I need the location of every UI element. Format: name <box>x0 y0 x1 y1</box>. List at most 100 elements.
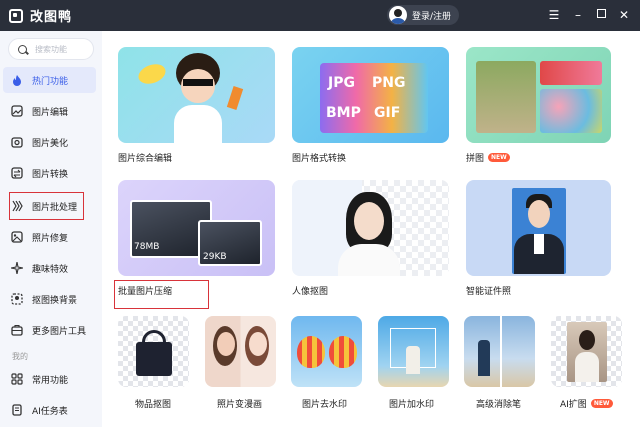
image-edit-icon <box>11 105 23 117</box>
sidebar-item-label: 趣味特效 <box>32 264 69 275</box>
card-eraser[interactable] <box>464 316 535 387</box>
cartoon-face-shape <box>249 332 267 356</box>
highlight-box-batch <box>9 192 84 220</box>
collage-photo-child <box>476 61 536 133</box>
card-label-collage: 拼图 NEW <box>466 151 510 164</box>
card-collage[interactable] <box>466 47 611 143</box>
card-remove-watermark[interactable] <box>291 316 362 387</box>
card-label: 人像抠图 <box>292 287 329 297</box>
sidebar-item-favorites[interactable]: 常用功能 <box>3 366 96 392</box>
divider-line <box>500 316 502 387</box>
card-portrait-cutout[interactable] <box>292 180 449 276</box>
card-cartoon[interactable] <box>205 316 276 387</box>
card-batch-compress[interactable]: 78MB 29KB <box>118 180 275 276</box>
toolbox-icon <box>11 324 23 336</box>
sidebar-item-label: 图片编辑 <box>32 107 69 118</box>
card-image-edit[interactable] <box>118 47 275 143</box>
sidebar-item-edit[interactable]: 图片编辑 <box>3 98 96 124</box>
sidebar-item-label: 图片转换 <box>32 169 69 180</box>
card-label: 照片变漫画 <box>217 400 263 410</box>
sidebar-item-hot[interactable]: 热门功能 <box>3 67 96 93</box>
sidebar-item-label: 更多图片工具 <box>32 326 87 337</box>
title-bar: 改图鸭 登录/注册 ☰ – ✕ <box>0 0 640 31</box>
sidebar-item-repair[interactable]: 照片修复 <box>3 224 96 250</box>
lighthouse-shape <box>406 346 420 374</box>
card-label: 智能证件照 <box>466 287 512 297</box>
sunglasses-icon <box>183 79 213 86</box>
sidebar-item-label: 常用功能 <box>32 375 69 386</box>
sidebar-item-ai-tasks[interactable]: AI任务表 <box>3 397 96 423</box>
face-shape <box>354 202 384 240</box>
login-label: 登录/注册 <box>412 11 452 22</box>
card-label: 高级消除笔 <box>476 400 522 410</box>
maximize-icon[interactable] <box>595 8 607 20</box>
card-label-ai-expand: AI扩图 NEW <box>560 397 613 410</box>
card-ai-expand[interactable] <box>551 316 622 387</box>
grid-icon <box>11 373 23 385</box>
new-badge: NEW <box>590 399 613 408</box>
sidebar-item-label: 照片修复 <box>32 233 69 244</box>
card-label: 图片格式转换 <box>292 154 347 164</box>
face-shape <box>217 332 235 356</box>
shirt-shape <box>338 244 400 276</box>
login-button[interactable]: 登录/注册 <box>387 5 459 25</box>
close-icon[interactable]: ✕ <box>618 9 630 21</box>
sparkle-icon <box>10 261 24 275</box>
sidebar-item-label: 抠图换背景 <box>32 295 78 306</box>
balloon-left <box>297 336 325 368</box>
format-png: PNG <box>372 75 406 91</box>
search-placeholder: 搜索功能 <box>35 44 67 54</box>
card-id-photo[interactable] <box>466 180 611 276</box>
sidebar: 搜索功能 热门功能 图片编辑 图片美化 图片转换 图片批处理 照片修复 趣味特效… <box>0 31 102 427</box>
size-before: 78MB <box>134 242 160 252</box>
minimize-icon[interactable]: – <box>572 9 584 21</box>
search-input[interactable]: 搜索功能 <box>8 38 94 60</box>
format-jpg: JPG <box>328 75 355 91</box>
shirt-collar <box>534 234 544 254</box>
shirt-shape <box>575 352 599 382</box>
collage-photo-balls <box>540 89 602 133</box>
menu-icon[interactable]: ☰ <box>548 9 560 21</box>
collage-photo-flowers <box>540 61 602 85</box>
sidebar-item-beautify[interactable]: 图片美化 <box>3 129 96 155</box>
card-format-convert[interactable]: JPG PNG BMP GIF <box>292 47 449 143</box>
ai-task-icon <box>11 404 23 416</box>
sidebar-item-convert[interactable]: 图片转换 <box>3 160 96 186</box>
sidebar-item-label: AI任务表 <box>32 406 68 417</box>
card-add-watermark[interactable] <box>378 316 449 387</box>
format-bmp: BMP <box>326 105 361 121</box>
decoration-star <box>135 60 169 88</box>
sidebar-item-label: 图片美化 <box>32 138 69 149</box>
card-label: 图片去水印 <box>302 400 348 410</box>
flame-icon <box>11 74 23 86</box>
section-label-mine: 我的 <box>12 352 28 361</box>
format-gif: GIF <box>374 105 401 121</box>
paintbrush-icon <box>226 85 244 111</box>
sidebar-item-label: 热门功能 <box>32 76 69 87</box>
hair-shape <box>579 330 595 350</box>
image-beautify-icon <box>11 136 23 148</box>
card-label: 图片综合编辑 <box>118 154 173 164</box>
handbag-handle <box>142 330 166 348</box>
avatar <box>389 6 407 24</box>
search-icon <box>18 44 27 54</box>
face-shape <box>528 200 550 228</box>
highlight-box-compress <box>114 280 209 309</box>
sidebar-item-more-tools[interactable]: 更多图片工具 <box>3 317 96 343</box>
app-logo-icon <box>9 8 23 23</box>
format-panel <box>320 63 428 133</box>
person-shape <box>478 340 490 376</box>
app-title: 改图鸭 <box>30 10 73 25</box>
cutout-icon <box>11 293 23 305</box>
sidebar-item-effects[interactable]: 趣味特效 <box>3 255 96 281</box>
card-label: 图片加水印 <box>389 400 435 410</box>
card-label: 物品抠图 <box>135 400 172 410</box>
card-object-cutout[interactable] <box>118 316 189 387</box>
photo-repair-icon <box>11 231 23 243</box>
sidebar-item-cutout[interactable]: 抠图换背景 <box>3 286 96 312</box>
card-label: AI扩图 <box>560 400 587 410</box>
card-label: 拼图 <box>466 154 485 164</box>
shirt-shape <box>174 105 222 143</box>
image-convert-icon <box>11 167 23 179</box>
new-badge: NEW <box>488 153 510 162</box>
